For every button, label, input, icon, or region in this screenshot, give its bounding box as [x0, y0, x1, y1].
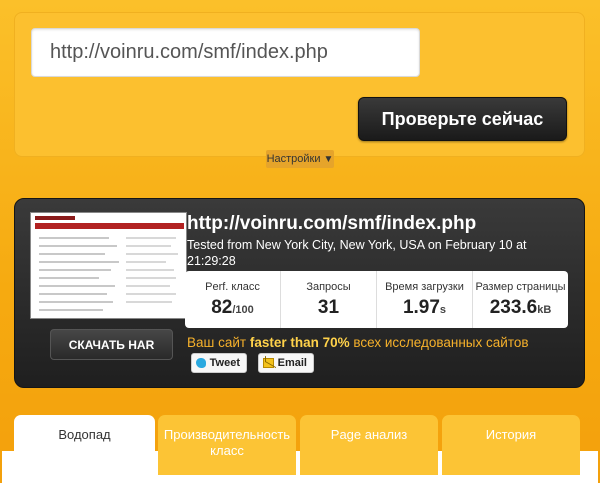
tested-info: Tested from New York City, New York, USA…	[187, 238, 527, 268]
metric-load-time: Время загрузки 1.97s	[377, 271, 473, 328]
result-url[interactable]: http://voinru.com/smf/index.php	[187, 213, 476, 235]
metric-perf-grade: Perf. класс 82/100	[185, 271, 281, 328]
tab-waterfall[interactable]: Водопад	[14, 415, 155, 475]
caret-down-icon: ▼	[323, 153, 334, 165]
url-input[interactable]	[31, 28, 420, 77]
test-form: Проверьте сейчас	[14, 12, 585, 157]
speed-comparison: Ваш сайт faster than 70% всех исследован…	[187, 335, 529, 350]
metric-page-size: Размер страницы 233.6kB	[475, 280, 566, 318]
tab-page-analysis[interactable]: Page анализ	[300, 415, 438, 475]
result-tabs: Водопад Производительность класс Page ан…	[14, 415, 585, 483]
email-button[interactable]: Email	[258, 353, 314, 373]
envelope-icon	[263, 358, 274, 368]
settings-toggle[interactable]: Настройки ▼	[266, 150, 334, 168]
download-har-button[interactable]: СКАЧАТЬ HAR	[50, 329, 173, 360]
tab-performance-grade[interactable]: Производительность класс	[158, 415, 296, 475]
metrics-box: Perf. класс 82/100 Запросы 31 Время загр…	[185, 271, 568, 328]
settings-label: Настройки	[266, 153, 321, 165]
twitter-bird-icon	[196, 358, 206, 368]
tweet-button[interactable]: Tweet	[191, 353, 247, 373]
check-now-button[interactable]: Проверьте сейчас	[358, 97, 567, 141]
metric-requests: Запросы 31	[281, 271, 377, 328]
tab-history[interactable]: История	[442, 415, 580, 475]
page-screenshot-thumbnail[interactable]	[30, 212, 187, 319]
results-panel: СКАЧАТЬ HAR http://voinru.com/smf/index.…	[14, 198, 585, 388]
